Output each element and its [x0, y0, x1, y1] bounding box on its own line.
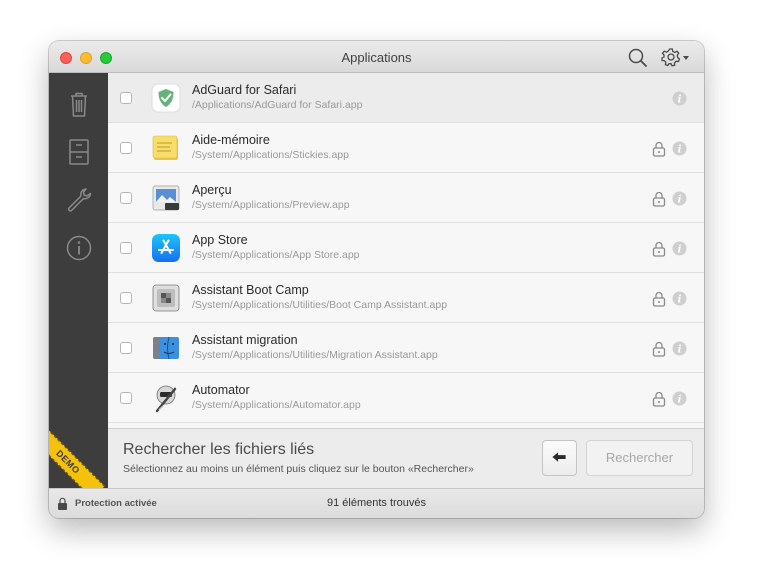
app-name: App Store	[192, 233, 248, 247]
app-path: /System/Applications/Automator.app	[192, 399, 361, 411]
svg-text:i: i	[678, 195, 682, 206]
svg-text:i: i	[678, 95, 682, 106]
lock-icon	[652, 291, 666, 307]
app-name: Assistant migration	[192, 333, 298, 347]
app-window: Applications DEMO AdGuard for Safari /Ap…	[49, 41, 704, 518]
search-panel-instructions: Sélectionnez au moins un élément puis cl…	[123, 463, 474, 475]
select-checkbox[interactable]	[120, 392, 132, 404]
lock-icon	[652, 391, 666, 407]
lock-icon	[652, 241, 666, 257]
file-cabinet-icon[interactable]	[64, 137, 94, 167]
adguard-app-icon	[151, 83, 181, 113]
back-button[interactable]	[542, 440, 577, 476]
info-icon[interactable]: i	[672, 191, 687, 206]
info-icon[interactable]: i	[672, 91, 687, 106]
list-item[interactable]: Assistant migration /System/Applications…	[108, 323, 704, 373]
arrow-left-icon	[552, 452, 566, 462]
app-store-icon	[152, 234, 180, 262]
search-panel: Rechercher les fichiers liés Sélectionne…	[108, 428, 704, 488]
list-item[interactable]: Aide-mémoire /System/Applications/Sticki…	[108, 123, 704, 173]
list-item[interactable]: App Store /System/Applications/App Store…	[108, 223, 704, 273]
list-item[interactable]: Automator /System/Applications/Automator…	[108, 373, 704, 423]
demo-badge: DEMO	[49, 425, 105, 488]
stickies-app-icon	[152, 135, 178, 160]
info-icon[interactable]: i	[672, 291, 687, 306]
app-path: /System/Applications/App Store.app	[192, 249, 360, 261]
wrench-icon[interactable]	[64, 185, 94, 215]
app-name: AdGuard for Safari	[192, 83, 297, 97]
lock-icon	[652, 341, 666, 357]
results-count: 91 éléments trouvés	[326, 497, 427, 509]
app-name: Assistant Boot Camp	[192, 283, 309, 297]
automator-icon	[155, 385, 177, 413]
list-item[interactable]: Assistant Boot Camp /System/Applications…	[108, 273, 704, 323]
svg-text:i: i	[678, 395, 682, 406]
migration-assistant-icon	[153, 336, 179, 360]
app-path: /System/Applications/Utilities/Boot Camp…	[192, 299, 448, 311]
app-name: Aide-mémoire	[192, 133, 270, 147]
select-checkbox[interactable]	[120, 242, 132, 254]
sidebar: DEMO	[49, 73, 108, 488]
app-path: /System/Applications/Stickies.app	[192, 149, 349, 161]
info-icon[interactable]	[64, 233, 94, 263]
list-item[interactable]: AdGuard for Safari /Applications/AdGuard…	[108, 73, 704, 123]
lock-icon	[652, 141, 666, 157]
svg-text:i: i	[678, 295, 682, 306]
status-bar: Protection activée 91 éléments trouvés	[49, 488, 704, 518]
svg-text:i: i	[678, 145, 682, 156]
info-icon[interactable]: i	[672, 341, 687, 356]
trash-icon[interactable]	[64, 89, 94, 119]
app-name: Automator	[192, 383, 250, 397]
list-item[interactable]: Aperçu /System/Applications/Preview.app …	[108, 173, 704, 223]
select-checkbox[interactable]	[120, 192, 132, 204]
search-panel-title: Rechercher les fichiers liés	[123, 441, 315, 458]
lock-icon	[652, 191, 666, 207]
svg-text:i: i	[678, 245, 682, 256]
boot-camp-icon	[152, 284, 180, 312]
svg-text:i: i	[678, 345, 682, 356]
app-path: /Applications/AdGuard for Safari.app	[192, 99, 363, 111]
search-icon[interactable]	[627, 47, 649, 69]
app-name: Aperçu	[192, 183, 232, 197]
preview-app-icon	[152, 185, 180, 211]
select-checkbox[interactable]	[120, 342, 132, 354]
info-icon[interactable]: i	[672, 241, 687, 256]
app-path: /System/Applications/Preview.app	[192, 199, 350, 211]
title-bar: Applications	[49, 41, 704, 73]
info-icon[interactable]: i	[672, 141, 687, 156]
select-checkbox[interactable]	[120, 142, 132, 154]
search-button[interactable]: Rechercher	[586, 440, 693, 476]
app-list: AdGuard for Safari /Applications/AdGuard…	[108, 73, 704, 428]
window-title: Applications	[341, 50, 412, 65]
gear-icon[interactable]	[661, 46, 693, 68]
select-checkbox[interactable]	[120, 92, 132, 104]
info-icon[interactable]: i	[672, 391, 687, 406]
select-checkbox[interactable]	[120, 292, 132, 304]
app-path: /System/Applications/Utilities/Migration…	[192, 349, 438, 361]
